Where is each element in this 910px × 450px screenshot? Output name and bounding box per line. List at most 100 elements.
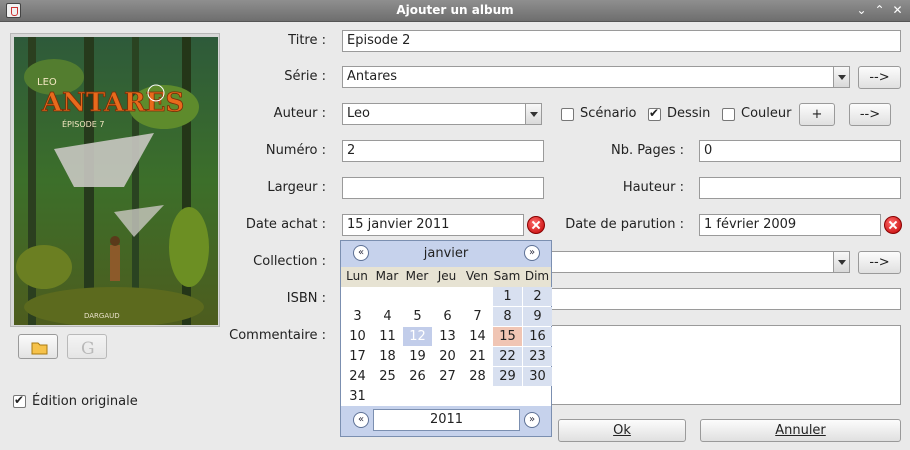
weekday-header: Lun Mar Mer Jeu Ven Sam Dim (341, 267, 551, 287)
cover-title: ANTARES (41, 88, 184, 118)
titre-label: Titre : (288, 33, 326, 48)
weekday-label: Ven (465, 269, 489, 283)
chevron-down-icon[interactable] (833, 67, 849, 87)
numero-input[interactable]: 2 (342, 140, 544, 162)
next-year-button[interactable]: » (524, 412, 540, 428)
annuler-button[interactable]: Annuler (700, 419, 901, 442)
calendar-day[interactable]: 21 (463, 347, 492, 366)
date-achat-input[interactable]: 15 janvier 2011 (342, 214, 524, 236)
chevron-up-icon[interactable]: ⌃ (871, 2, 888, 19)
calendar-day[interactable]: 5 (403, 307, 432, 326)
calendar-day[interactable]: 27 (433, 367, 462, 386)
auteur-value: Leo (347, 106, 370, 121)
chevron-down-icon[interactable]: ⌄ (853, 2, 870, 19)
calendar-day[interactable]: 25 (373, 367, 402, 386)
auteur-open-button[interactable]: --> (849, 103, 891, 126)
close-icon[interactable]: ✕ (889, 2, 906, 19)
calendar-day[interactable]: 22 (493, 347, 522, 366)
numero-label: Numéro : (265, 143, 326, 158)
clear-date-achat-icon[interactable] (527, 216, 545, 234)
serie-value: Antares (347, 69, 398, 84)
google-g-icon: G (81, 339, 95, 359)
collection-label: Collection : (253, 254, 326, 269)
dessin-checkbox[interactable] (648, 106, 661, 121)
dessin-label: Dessin (667, 106, 711, 121)
collection-open-button[interactable]: --> (858, 251, 901, 274)
window-title: Ajouter un album (396, 3, 514, 17)
serie-label: Série : (284, 69, 326, 84)
calendar-day[interactable]: 13 (433, 327, 462, 346)
weekday-label: Jeu (437, 269, 457, 283)
serie-combo[interactable]: Antares (342, 66, 850, 88)
calendar-header: « janvier » (341, 241, 551, 267)
calendar-day[interactable]: 4 (373, 307, 402, 326)
weekday-label: Dim (524, 269, 550, 283)
calendar-day[interactable]: 11 (373, 327, 402, 346)
serie-open-button[interactable]: --> (858, 66, 901, 89)
calendar-day[interactable]: 19 (403, 347, 432, 366)
weekday-label: Sam (493, 269, 521, 283)
calendar-day[interactable]: 7 (463, 307, 492, 326)
date-picker-popup[interactable]: « janvier » Lun Mar Mer Jeu Ven Sam Dim … (340, 240, 552, 437)
google-search-button[interactable]: G (67, 334, 107, 359)
calendar-day[interactable]: 9 (523, 307, 552, 326)
calendar-day[interactable]: 6 (433, 307, 462, 326)
weekday-label: Lun (346, 269, 368, 283)
prev-month-button[interactable]: « (353, 245, 369, 261)
calendar-day[interactable]: 3 (343, 307, 372, 326)
calendar-day[interactable]: 23 (523, 347, 552, 366)
calendar-day[interactable]: 8 (493, 307, 522, 326)
calendar-day[interactable]: 30 (523, 367, 552, 386)
next-month-button[interactable]: » (524, 245, 540, 261)
chevron-down-icon[interactable] (833, 252, 849, 272)
prev-year-button[interactable]: « (353, 412, 369, 428)
calendar-day[interactable]: 10 (343, 327, 372, 346)
calendar-day[interactable]: 16 (523, 327, 552, 346)
clear-date-parution-icon[interactable] (884, 216, 902, 234)
album-cover: LEO ANTARES ÉPISODE 7 DARGAUD (10, 33, 220, 327)
weekday-label: Mar (375, 269, 399, 283)
folder-icon (31, 342, 48, 355)
titre-input[interactable]: Episode 2 (342, 30, 901, 52)
cover-episode: ÉPISODE 7 (62, 118, 104, 129)
calendar-day[interactable]: 29 (493, 367, 522, 386)
chevron-down-icon[interactable] (525, 104, 541, 124)
calendar-day[interactable]: 1 (493, 287, 522, 306)
calendar-day[interactable]: 15 (493, 327, 522, 346)
nbpages-label: Nb. Pages : (611, 143, 684, 158)
date-parution-label: Date de parution : (565, 217, 684, 232)
scenario-checkbox[interactable] (561, 108, 574, 121)
calendar-day[interactable]: 20 (433, 347, 462, 366)
scenario-label: Scénario (580, 106, 637, 121)
calendar-day[interactable]: 28 (463, 367, 492, 386)
date-parution-input[interactable]: 1 février 2009 (699, 214, 881, 236)
edition-originale-label: Édition originale (32, 394, 138, 409)
calendar-day[interactable]: 31 (343, 387, 372, 406)
largeur-input[interactable] (342, 177, 544, 199)
add-author-button[interactable]: + (799, 103, 835, 126)
couleur-checkbox[interactable] (722, 108, 735, 121)
calendar-day[interactable]: 26 (403, 367, 432, 386)
isbn-label: ISBN : (286, 291, 326, 306)
calendar-day[interactable]: 14 (463, 327, 492, 346)
calendar-day[interactable]: 2 (523, 287, 552, 306)
cover-artwork: LEO ANTARES ÉPISODE 7 DARGAUD (14, 37, 218, 325)
ok-button[interactable]: Ok (558, 419, 686, 442)
cover-publisher: DARGAUD (84, 312, 120, 320)
hauteur-input[interactable] (699, 177, 901, 199)
calendar-month: janvier (423, 246, 469, 261)
calendar-footer: « 2011 » (341, 406, 551, 436)
date-achat-label: Date achat : (245, 217, 326, 232)
hauteur-label: Hauteur : (622, 180, 684, 195)
calendar-year[interactable]: 2011 (373, 409, 520, 431)
calendar-day[interactable]: 18 (373, 347, 402, 366)
open-folder-button[interactable] (18, 334, 58, 359)
largeur-label: Largeur : (267, 180, 326, 195)
nbpages-input[interactable]: 0 (699, 140, 901, 162)
calendar-day[interactable]: 24 (343, 367, 372, 386)
calendar-day[interactable]: 12 (403, 327, 432, 346)
couleur-label: Couleur (741, 106, 792, 121)
calendar-day[interactable]: 17 (343, 347, 372, 366)
auteur-combo[interactable]: Leo (342, 103, 542, 125)
edition-originale-checkbox[interactable] (13, 393, 26, 408)
